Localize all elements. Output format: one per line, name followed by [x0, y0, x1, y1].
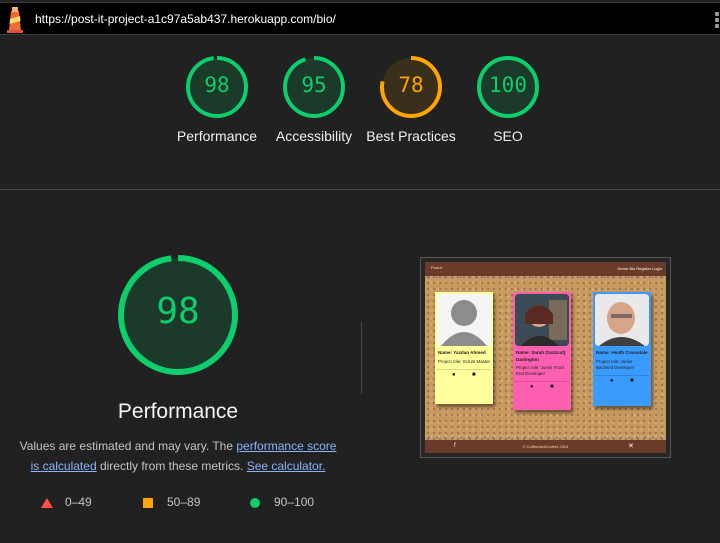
square-icon [143, 498, 153, 508]
bio-card-sarah: Name: Sarah (Sazzcat) Darlington Project… [513, 292, 571, 410]
score-value: 78 [398, 73, 424, 97]
card-links: ● ■ [515, 381, 569, 391]
legend-fail-label: 0–49 [65, 495, 92, 509]
card-role: Project role: Junior Backend Developer [596, 358, 635, 370]
performance-score: 98 [156, 291, 200, 332]
thumb-brand: Post-it [431, 265, 443, 270]
score-value: 98 [204, 73, 230, 97]
score-label: Best Practices [366, 128, 456, 144]
url-bar: https://post-it-project-a1c97a5ab437.her… [0, 2, 720, 35]
bio-card-heath: Name: Heath Croasdale Project role: Juni… [593, 292, 651, 406]
github-icon[interactable]: ● [452, 372, 456, 378]
desc-text-middle: directly from these metrics. [99, 458, 244, 473]
card-role: Project role: Scrum Master [438, 358, 490, 364]
gauge-performance[interactable]: 98 Performance [169, 54, 265, 146]
performance-title: Performance [117, 400, 239, 423]
score-value: 95 [301, 73, 327, 97]
see-calculator-link[interactable]: See calculator. [247, 459, 326, 473]
avatar [515, 294, 569, 346]
card-name: Name: Sarah (Sazzcat) Darlington [516, 350, 566, 362]
card-links: ● ■ [437, 368, 491, 379]
score-label: Performance [176, 128, 258, 144]
linkedin-icon[interactable]: ■ [472, 372, 476, 378]
thumb-nav-links: Home Bio Register Login [617, 266, 662, 271]
bio-card-yazdan: Name: Yazdan Ahmed Project role: Scrum M… [435, 292, 493, 404]
thumb-dots-top [425, 276, 666, 279]
metrics-description: Values are estimated and may vary. The p… [16, 437, 340, 476]
desc-text: Values are estimated and may vary. The [19, 439, 234, 453]
legend-average-label: 50–89 [167, 495, 201, 509]
circle-icon [250, 498, 260, 508]
gauge-accessibility[interactable]: 95 Accessibility [266, 54, 362, 146]
final-screenshot[interactable]: Post-it Home Bio Register Login Name: Ya… [420, 257, 671, 458]
score-label: Accessibility [275, 128, 353, 144]
avatar [437, 294, 491, 346]
section-divider [0, 189, 720, 190]
github-icon[interactable]: ● [530, 384, 534, 390]
score-label: SEO [493, 128, 523, 144]
card-role: Project role: Junior Front End Developer [516, 365, 565, 376]
thumb-navbar: Post-it Home Bio Register Login [425, 262, 666, 276]
linkedin-icon[interactable]: ■ [630, 378, 634, 384]
card-name: Name: Heath Croasdale [596, 350, 648, 355]
avatar [595, 294, 649, 346]
vertical-divider [361, 322, 362, 394]
thumb-footer: f © CoffeeAndCoders 2024 ✕ [425, 440, 666, 453]
score-legend: 0–49 50–89 90–100 [0, 495, 356, 511]
x-social-icon[interactable]: ✕ [628, 442, 634, 450]
legend-pass-label: 90–100 [274, 495, 315, 509]
page-url[interactable]: https://post-it-project-a1c97a5ab437.her… [35, 12, 336, 26]
kebab-menu-icon[interactable] [715, 12, 720, 28]
score-value: 100 [489, 73, 527, 97]
lighthouse-icon [7, 7, 23, 33]
gauge-seo[interactable]: 100 SEO [460, 54, 556, 146]
card-name: Name: Yazdan Ahmed [438, 350, 486, 355]
github-icon[interactable]: ● [610, 378, 614, 384]
linkedin-icon[interactable]: ■ [550, 384, 554, 390]
card-links: ● ■ [595, 374, 649, 385]
thumb-dots-bottom [425, 436, 666, 439]
triangle-icon [41, 498, 53, 508]
gauge-best-practices[interactable]: 78 Best Practices [363, 54, 459, 146]
